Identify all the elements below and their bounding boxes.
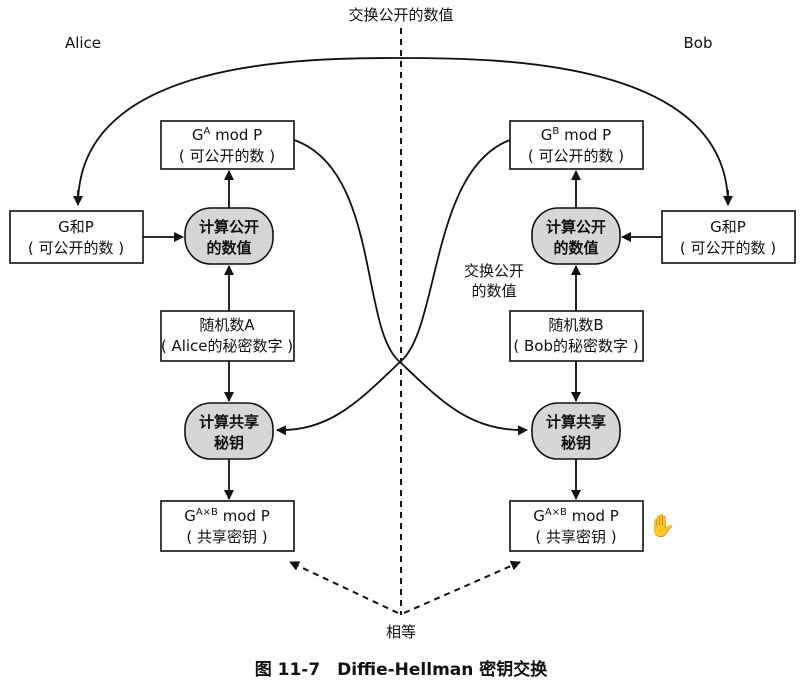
alice-base-letter: G (192, 126, 204, 144)
bob-public-result-line2: ( 可公开的数 ) (528, 147, 624, 165)
alice-shared-exponent: A×B (196, 507, 218, 518)
alice-secret-line1: 随机数A (199, 316, 255, 334)
alice-shared-mod: mod P (223, 507, 270, 525)
bob-secret-line2: ( Bob的秘密数字 ) (513, 337, 638, 355)
alice-gp-line1: G和P (58, 218, 94, 236)
bob-shared-mod: mod P (572, 507, 619, 525)
mid-exchange-line2: 的数值 (471, 282, 516, 300)
bob-gp-line1: G和P (710, 218, 746, 236)
alice-public-mod: mod P (215, 126, 262, 144)
bob-public-result-text: GB mod P (541, 126, 611, 144)
bob-gp-line2: ( 可公开的数 ) (680, 239, 776, 257)
bob-secret-line1: 随机数B (548, 316, 603, 334)
bob-compute-public-line1: 计算公开 (546, 218, 606, 236)
bob-compute-shared-line1: 计算共享 (546, 413, 606, 431)
bob-public-mod: mod P (564, 126, 611, 144)
equal-arrow-left (289, 561, 399, 614)
equal-label: 相等 (386, 623, 416, 641)
bob-compute-public-line2: 的数值 (553, 239, 598, 257)
bob-base-letter: G (541, 126, 553, 144)
bob-shared-result-line2: ( 共享密钥 ) (535, 528, 616, 546)
bob-label: Bob (684, 34, 713, 52)
alice-shared-base: G (184, 507, 196, 525)
alice-compute-public-line1: 计算公开 (199, 218, 259, 236)
hand-cursor-icon: ✋ (648, 513, 675, 539)
diffie-hellman-diagram: 交换公开的数值 Alice Bob GA mod P ( 可公开的数 ) G和P… (9, 6, 796, 680)
alice-compute-public-line2: 的数值 (206, 239, 251, 257)
figure-caption: 图 11-7 Diffie-Hellman 密钥交换 (255, 659, 549, 680)
alice-label: Alice (65, 34, 101, 52)
alice-public-result-line2: ( 可公开的数 ) (179, 147, 275, 165)
center-label: 交换公开的数值 (348, 6, 453, 24)
alice-gp-line2: ( 可公开的数 ) (28, 239, 124, 257)
alice-compute-shared-line2: 秘钥 (214, 434, 244, 452)
alice-shared-result-line2: ( 共享密钥 ) (186, 528, 267, 546)
equal-arrow-right (403, 561, 521, 614)
alice-secret-line2: ( Alice的秘密数字 ) (161, 337, 293, 355)
alice-public-result-text: GA mod P (192, 126, 262, 144)
bob-compute-shared-line2: 秘钥 (561, 434, 591, 452)
mid-exchange-line1: 交换公开 (464, 262, 524, 280)
alice-compute-shared-line1: 计算共享 (199, 413, 259, 431)
bob-shared-base: G (533, 507, 545, 525)
bob-shared-exponent: A×B (545, 507, 567, 518)
